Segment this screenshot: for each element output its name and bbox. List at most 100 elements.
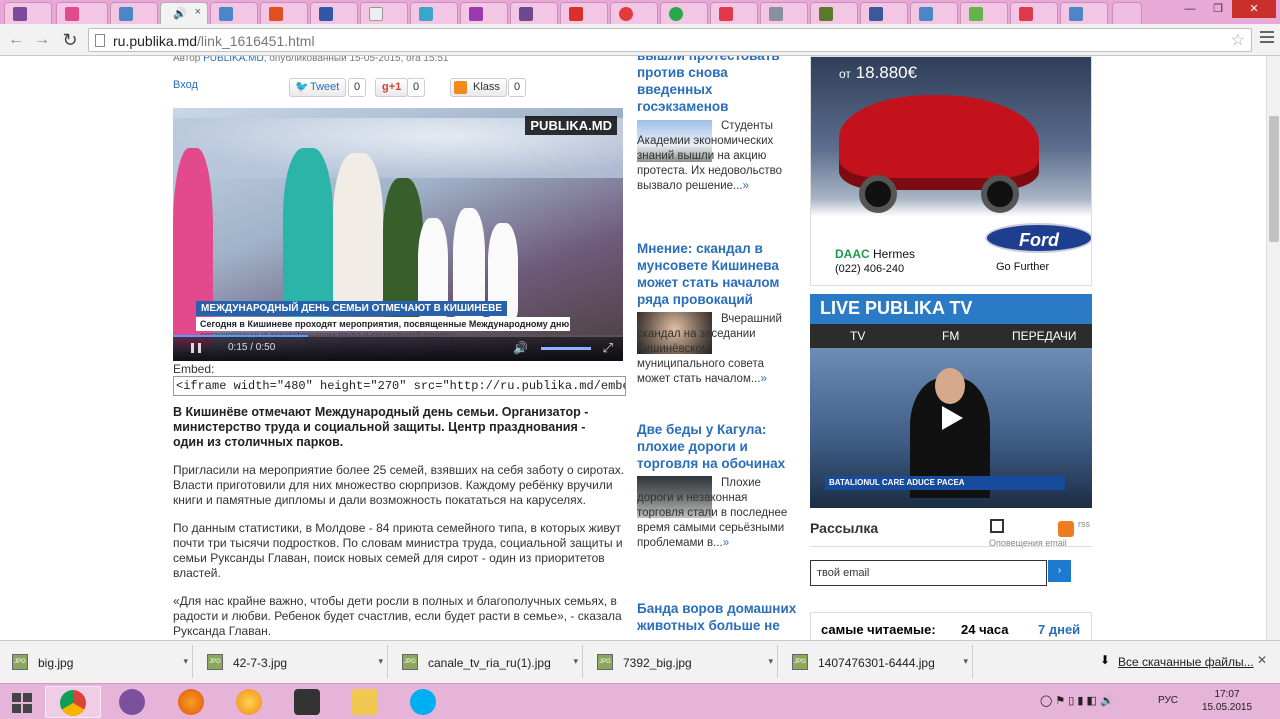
ford-ad-banner[interactable]: от 18.880€ DAAC Hermes (022) 406-240 For… [810, 56, 1092, 286]
tab[interactable] [710, 2, 758, 24]
tweet-button[interactable]: 🐦 Tweet [289, 78, 347, 97]
download-filename: 42-7-3.jpg [233, 656, 288, 670]
tab-favicon-icon [1069, 7, 1083, 21]
minimize-button[interactable]: — [1176, 0, 1204, 18]
address-bar[interactable]: ru.publika.md/link_1616451.html ☆ [88, 28, 1252, 52]
tab[interactable] [610, 2, 658, 24]
chrome-menu-icon[interactable] [1260, 31, 1274, 46]
tab-tv[interactable]: TV [850, 329, 865, 343]
tab-shows[interactable]: ПЕРЕДАЧИ [1012, 329, 1076, 343]
chevron-down-icon[interactable]: ▾ [378, 656, 383, 667]
tab[interactable] [510, 2, 558, 24]
tab[interactable] [360, 2, 408, 24]
embed-label: Embed: [173, 362, 215, 376]
tab[interactable] [310, 2, 358, 24]
start-button[interactable] [0, 686, 44, 718]
more-link[interactable]: » [723, 537, 729, 549]
taskbar-explorer[interactable] [338, 686, 394, 718]
ad-price: от 18.880€ [839, 63, 917, 83]
video-progress-track[interactable] [173, 335, 623, 337]
bookmark-star-icon[interactable]: ☆ [1231, 30, 1245, 50]
tab[interactable] [1060, 2, 1108, 24]
taskbar-skype[interactable] [396, 686, 452, 718]
close-window-button[interactable]: ✕ [1232, 0, 1276, 18]
tab-active[interactable]: 🔊 × [160, 2, 208, 24]
notification-icon[interactable] [990, 519, 1004, 533]
download-item[interactable]: JPG canale_tv_ria_ru(1).jpg ▾ [390, 645, 583, 678]
login-link[interactable]: Вход [173, 79, 198, 91]
tab[interactable] [660, 2, 708, 24]
taskbar-firefox[interactable] [164, 686, 220, 718]
page-scrollbar[interactable] [1266, 56, 1280, 640]
taskbar-chrome[interactable] [45, 686, 101, 718]
forward-button[interactable]: → [32, 30, 52, 50]
article-paragraph: Пригласили на мероприятие более 25 семей… [173, 463, 625, 507]
tab-24-hours[interactable]: 24 часа [961, 622, 1008, 637]
back-button[interactable]: ← [6, 30, 26, 50]
tab-favicon-icon [1019, 7, 1033, 21]
download-item[interactable]: JPG 7392_big.jpg ▾ [585, 645, 778, 678]
chevron-down-icon[interactable]: ▾ [183, 656, 188, 667]
tab[interactable] [760, 2, 808, 24]
all-downloads-link[interactable]: Все скачанные файлы... [1118, 655, 1254, 669]
language-indicator[interactable]: РУС [1158, 695, 1178, 706]
system-tray-icons[interactable]: ◯ ⚑ ▯ ▮ ◧ 🔊 [1040, 694, 1114, 707]
author-link[interactable]: PUBLIKA.MD [203, 56, 264, 64]
play-icon[interactable] [936, 403, 966, 433]
taskbar-viber[interactable] [105, 686, 161, 718]
fullscreen-icon[interactable]: ⤢ [603, 340, 613, 356]
video-player[interactable]: PUBLIKA.MD МЕЖДУНАРОДНЫЙ ДЕНЬ СЕМЬИ ОТМЕ… [173, 108, 623, 361]
gplus-count: 0 [407, 78, 425, 97]
tab[interactable] [910, 2, 958, 24]
tab[interactable] [560, 2, 608, 24]
more-link[interactable]: » [743, 180, 749, 192]
download-item[interactable]: JPG big.jpg ▾ [0, 645, 193, 678]
more-link[interactable]: » [760, 373, 766, 385]
tab[interactable] [810, 2, 858, 24]
tab-fm[interactable]: FM [942, 329, 959, 343]
download-item[interactable]: JPG 1407476301-6444.jpg ▾ [780, 645, 973, 678]
news-headline-link[interactable]: Мнение: скандал в мунсовете Кишинева мож… [637, 240, 797, 308]
news-headline-link[interactable]: Две беды у Кагула: плохие дороги и торго… [637, 421, 797, 472]
tab[interactable] [4, 2, 52, 24]
scrollbar-thumb[interactable] [1269, 116, 1279, 242]
news-teaser-first: Вчерашний скандал на заседании [637, 313, 782, 340]
chevron-down-icon[interactable]: ▾ [963, 656, 968, 667]
tab[interactable] [860, 2, 908, 24]
close-shelf-icon[interactable]: ✕ [1257, 653, 1267, 667]
chevron-down-icon[interactable]: ▾ [573, 656, 578, 667]
pause-button[interactable] [191, 343, 201, 353]
tab[interactable] [210, 2, 258, 24]
clock[interactable]: 17:07 15.05.2015 [1202, 688, 1252, 714]
tab-7-days[interactable]: 7 дней [1038, 622, 1080, 637]
email-input[interactable]: твой email [810, 560, 1047, 586]
app-icon [236, 689, 262, 715]
restore-button[interactable]: ❐ [1204, 0, 1232, 18]
new-tab-button[interactable] [1112, 2, 1142, 24]
gplus-button[interactable]: g+1 [375, 78, 409, 97]
klass-button[interactable]: Klass [450, 78, 507, 97]
subscribe-button[interactable]: › [1048, 560, 1071, 582]
taskbar-app[interactable] [222, 686, 278, 718]
skype-icon [410, 689, 436, 715]
tab[interactable] [56, 2, 108, 24]
chevron-down-icon[interactable]: ▾ [768, 656, 773, 667]
tab[interactable] [110, 2, 158, 24]
volume-icon[interactable]: 🔊 [513, 341, 528, 355]
news-headline-link[interactable]: Банда воров домашних животных больше не [637, 600, 797, 634]
rss-icon[interactable] [1058, 521, 1074, 537]
reload-button[interactable]: ↻ [60, 30, 80, 50]
volume-slider[interactable] [541, 347, 591, 350]
download-item[interactable]: JPG 42-7-3.jpg ▾ [195, 645, 388, 678]
news-headline-link[interactable]: вышли протестовать против снова введенны… [637, 56, 797, 115]
tab[interactable] [410, 2, 458, 24]
tab-close-icon[interactable]: × [195, 6, 201, 18]
taskbar-camera[interactable] [280, 686, 336, 718]
tab[interactable] [1010, 2, 1058, 24]
tab[interactable] [260, 2, 308, 24]
live-tv-player[interactable]: BATALIONUL CARE ADUCE PACEA [810, 348, 1092, 508]
tab[interactable] [960, 2, 1008, 24]
tab[interactable] [460, 2, 508, 24]
embed-code-field[interactable]: <iframe width="480" height="270" src="ht… [173, 376, 626, 396]
tweet-label: Tweet [310, 81, 340, 93]
